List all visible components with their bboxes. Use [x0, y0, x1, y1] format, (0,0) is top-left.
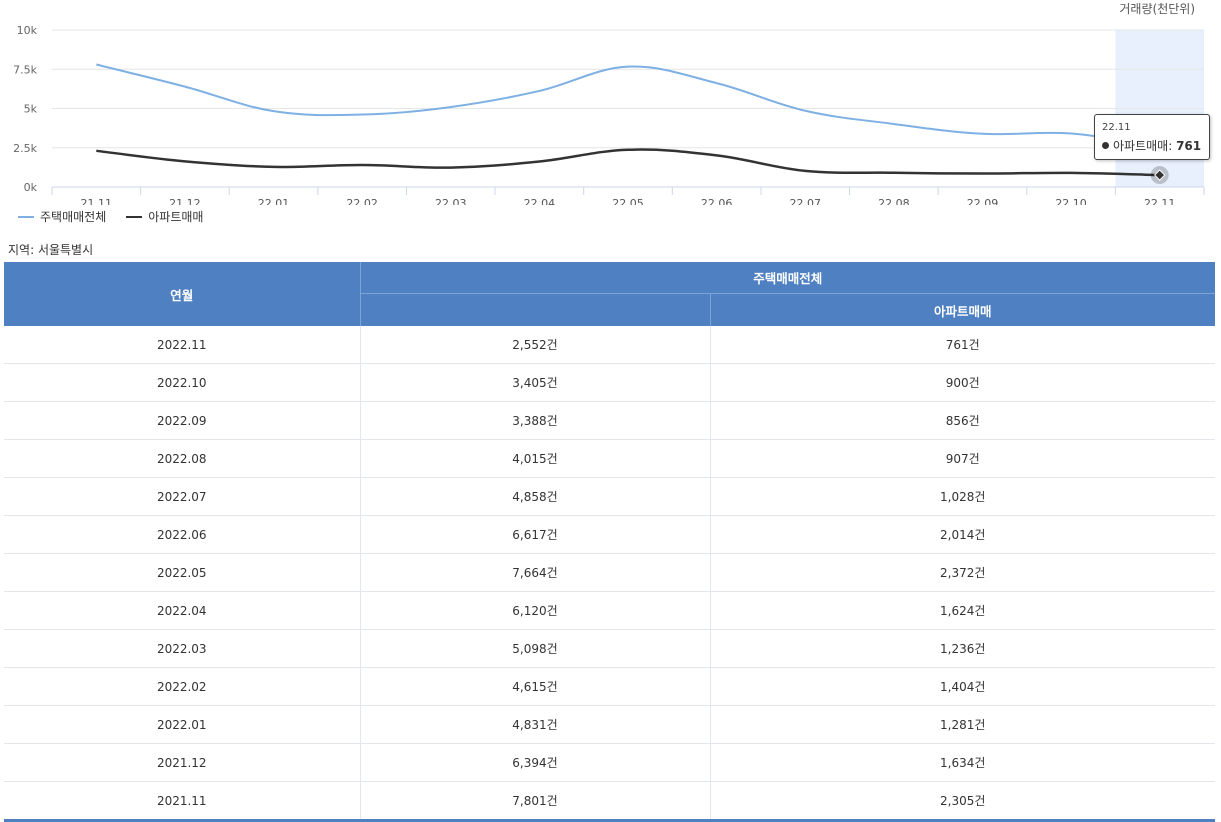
cell-total: 2,552건 [360, 326, 711, 364]
y-tick-label: 2.5k [13, 142, 37, 155]
x-tick-label: 22.02 [346, 197, 378, 205]
y-tick-label: 10k [17, 24, 38, 37]
series-line-total [96, 63, 1160, 148]
table-row: 2022.02 4,615건 1,404건 [4, 667, 1216, 706]
cell-apartment: 1,281건 [710, 705, 1216, 744]
cell-total: 6,120건 [360, 591, 711, 630]
tooltip-value: 761 [1176, 139, 1202, 153]
table-row: 2022.07 4,858건 1,028건 [4, 477, 1216, 516]
x-tick-label: 22.08 [878, 197, 910, 205]
x-tick-label: 22.11 [1144, 197, 1176, 205]
cell-total: 6,394건 [360, 743, 711, 782]
cell-apartment: 1,236건 [710, 629, 1216, 668]
cell-month: 2021.11 [4, 781, 361, 822]
legend-swatch-apartment [126, 215, 143, 218]
table-row: 2022.09 3,388건 856건 [4, 401, 1216, 440]
cell-month: 2022.02 [4, 667, 361, 706]
x-tick-label: 22.07 [789, 197, 821, 205]
cell-total: 3,405건 [360, 363, 711, 402]
cell-apartment: 2,372건 [710, 553, 1216, 592]
cell-apartment: 761건 [710, 326, 1216, 364]
cell-apartment: 856건 [710, 401, 1216, 440]
legend-label-apartment: 아파트매매 [148, 210, 204, 224]
cell-total: 3,388건 [360, 401, 711, 440]
x-tick-label: 22.09 [967, 197, 999, 205]
cell-month: 2021.12 [4, 743, 361, 782]
cell-total: 7,664건 [360, 553, 711, 592]
transaction-table: 연월 주택매매전체 아파트매매 2022.11 2,552건 761건 2022.10… [4, 262, 1216, 822]
region-label: 지역: 서울특별시 [8, 243, 94, 257]
table-row: 2022.08 4,015건 907건 [4, 439, 1216, 478]
cell-apartment: 2,305건 [710, 781, 1216, 822]
cell-total: 4,015건 [360, 439, 711, 478]
x-tick-label: 22.06 [701, 197, 733, 205]
y-tick-label: 5k [24, 103, 38, 116]
x-tick-label: 21.12 [169, 197, 201, 205]
x-tick-label: 22.10 [1055, 197, 1087, 205]
cell-month: 2022.10 [4, 363, 361, 402]
legend-item-total[interactable]: 주택매매전체 [18, 208, 106, 225]
cell-total: 4,858건 [360, 477, 711, 516]
x-tick-label: 22.01 [258, 197, 290, 205]
table-row: 2022.10 3,405건 900건 [4, 363, 1216, 402]
chart-tooltip: 22.11 아파트매매: 761 [1094, 114, 1210, 160]
header-month: 연월 [4, 262, 361, 326]
cell-month: 2022.01 [4, 705, 361, 744]
cell-apartment: 1,624건 [710, 591, 1216, 630]
cell-total: 4,831건 [360, 705, 711, 744]
cell-month: 2022.11 [4, 326, 361, 364]
cell-total: 5,098건 [360, 629, 711, 668]
table-row: 2022.03 5,098건 1,236건 [4, 629, 1216, 668]
table-row: 2022.06 6,617건 2,014건 [4, 515, 1216, 554]
cell-total: 6,617건 [360, 515, 711, 554]
x-tick-label: 22.04 [524, 197, 556, 205]
header-apartment: 아파트매매 [709, 293, 1216, 326]
x-tick-label: 22.05 [612, 197, 644, 205]
cell-month: 2022.04 [4, 591, 361, 630]
legend-item-apartment[interactable]: 아파트매매 [126, 208, 203, 225]
legend-swatch-total [18, 215, 34, 218]
tooltip-series-name: 아파트매매 [1113, 139, 1169, 153]
cell-total: 7,801건 [360, 781, 711, 822]
series-line-apartment [96, 148, 1160, 177]
cell-apartment: 1,404건 [710, 667, 1216, 706]
table-row: 2021.12 6,394건 1,634건 [4, 743, 1216, 782]
cell-apartment: 1,028건 [710, 477, 1216, 516]
table-row: 2022.11 2,552건 761건 [4, 326, 1216, 364]
tooltip-series-dot [1102, 142, 1109, 149]
x-tick-label: 22.03 [435, 197, 467, 205]
legend-label-total: 주택매매전체 [40, 210, 107, 224]
chart-legend: 주택매매전체 아파트매매 [18, 208, 203, 225]
cell-apartment: 1,634건 [710, 743, 1216, 782]
header-total-blank [360, 293, 711, 326]
x-tick-label: 21.11 [81, 197, 113, 205]
cell-apartment: 2,014건 [710, 515, 1216, 554]
cell-month: 2022.07 [4, 477, 361, 516]
header-total: 주택매매전체 [360, 262, 1216, 294]
cell-month: 2022.09 [4, 401, 361, 440]
y-axis-unit-label: 거래량(천단위) [1119, 2, 1195, 16]
tooltip-date: 22.11 [1102, 122, 1131, 133]
y-tick-label: 0k [24, 181, 38, 194]
line-chart: 0k 2.5k 5k 7.5k 10k 21.11 21.12 22.01 22.02 22.03… [13, 24, 1205, 205]
cell-month: 2022.03 [4, 629, 361, 668]
cell-month: 2022.05 [4, 553, 361, 592]
cell-month: 2022.06 [4, 515, 361, 554]
cell-apartment: 900건 [710, 363, 1216, 402]
tooltip-row: 아파트매매: 761 [1102, 137, 1209, 154]
table-row: 2022.04 6,120건 1,624건 [4, 591, 1216, 630]
cell-month: 2022.08 [4, 439, 361, 478]
table-row: 2022.01 4,831건 1,281건 [4, 705, 1216, 744]
table-row: 2022.05 7,664건 2,372건 [4, 553, 1216, 592]
table-row: 2021.11 7,801건 2,305건 [4, 781, 1216, 822]
cell-total: 4,615건 [360, 667, 711, 706]
cell-apartment: 907건 [710, 439, 1216, 478]
y-tick-label: 7.5k [13, 63, 37, 76]
